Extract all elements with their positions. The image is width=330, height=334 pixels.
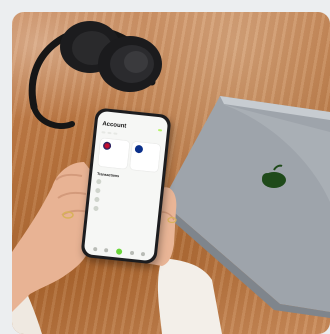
- tab-icon: [140, 251, 146, 257]
- tab-icon: [129, 250, 134, 256]
- merchant-icon: [96, 178, 102, 185]
- status-badge: [157, 129, 163, 132]
- eu-flag-icon: [134, 144, 143, 154]
- scene-illustration: [12, 21, 330, 334]
- pill: [113, 132, 118, 135]
- merchant-icon: [94, 196, 100, 203]
- main-action-icon: [115, 248, 123, 255]
- photo-card: Account Transactions: [12, 12, 330, 334]
- tab-icon: [104, 248, 109, 253]
- account-card-eur: [129, 141, 161, 173]
- uk-flag-icon: [102, 141, 112, 151]
- merchant-icon: [95, 187, 101, 194]
- phone-screen: Account Transactions: [83, 110, 169, 262]
- merchant-icon: [93, 205, 99, 212]
- pill: [101, 131, 106, 134]
- page-title: Account: [102, 121, 127, 130]
- tx-name: [100, 209, 151, 214]
- account-card-gbp: [97, 138, 130, 169]
- pill: [107, 131, 112, 135]
- headphones-icon: [28, 21, 162, 129]
- phone-tabbar: [89, 246, 149, 258]
- smartphone: Account Transactions: [80, 107, 172, 265]
- tab-icon: [92, 246, 98, 252]
